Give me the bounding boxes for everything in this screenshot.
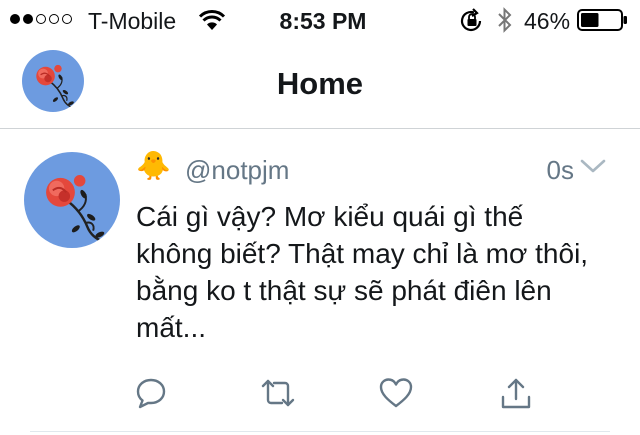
bluetooth-icon bbox=[496, 6, 514, 39]
tweet-author-avatar[interactable] bbox=[24, 152, 120, 248]
page-title: Home bbox=[276, 66, 364, 101]
tweet-timestamp: 0s bbox=[546, 155, 574, 185]
tweet-text: Cái gì vậy? Mơ kiểu quái gì thế không bi… bbox=[136, 201, 589, 343]
reply-icon[interactable] bbox=[134, 376, 168, 415]
share-icon[interactable] bbox=[498, 376, 534, 417]
tweet-actions bbox=[0, 376, 640, 416]
chevron-down-icon[interactable] bbox=[580, 158, 606, 179]
nav-bar: Home bbox=[0, 40, 640, 129]
status-bar: T-Mobile 8:53 PM 46% bbox=[0, 0, 640, 40]
tweet-divider bbox=[30, 431, 610, 432]
battery-icon bbox=[577, 8, 629, 37]
tweet-display-name[interactable]: 🐥 bbox=[136, 152, 171, 180]
like-icon[interactable] bbox=[378, 376, 414, 415]
tweet-handle[interactable]: @notpjm bbox=[185, 155, 289, 186]
orientation-lock-icon bbox=[458, 8, 486, 39]
tweet-card[interactable]: 🐥 @notpjm 0s Cái gì vậy? Mơ kiểu quái gì… bbox=[0, 130, 640, 432]
retweet-icon[interactable] bbox=[258, 376, 298, 415]
battery-percentage: 46% bbox=[524, 8, 571, 34]
